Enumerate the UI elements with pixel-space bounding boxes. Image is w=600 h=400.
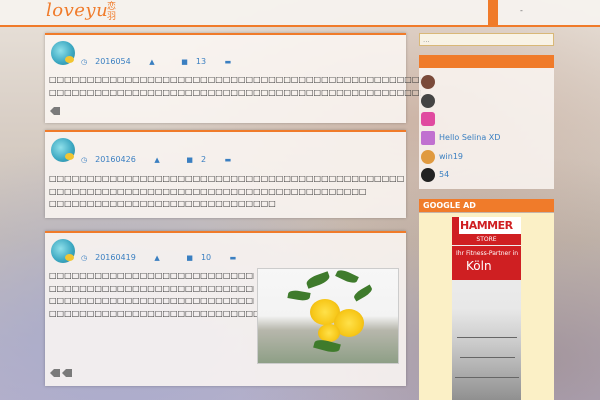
- user-icon: ▲: [149, 58, 155, 66]
- post-author[interactable]: ▲: [149, 57, 170, 66]
- clock-icon: ◷: [81, 254, 88, 262]
- leaf: [287, 289, 311, 302]
- post-meta: ◷ 20160426 ▲ ■ 2 ▬: [81, 155, 255, 164]
- folder-icon: ▬: [229, 254, 237, 262]
- nav-accent-bar: [488, 0, 498, 25]
- user-avatar[interactable]: [421, 131, 435, 145]
- post-card-1: ◷ 2016054 ▲ ■ 13 ▬ □□□□□□□□□□□□□□□□□□□□□□□…: [45, 33, 421, 123]
- author-avatar[interactable]: [51, 138, 75, 162]
- post-card-2: ◷ 20160426 ▲ ■ 2 ▬ □□□□□□□□□□□□□□□□□□□□□□□…: [45, 130, 406, 218]
- read-more-icon[interactable]: [50, 369, 60, 377]
- folder-icon: ▬: [224, 58, 232, 66]
- user-name[interactable]: win19: [439, 152, 463, 161]
- post-category[interactable]: ▬: [225, 155, 248, 164]
- gym-decoration: [455, 377, 519, 378]
- leaf: [335, 269, 359, 286]
- user-name[interactable]: 54: [439, 170, 449, 179]
- ad-store: STORE: [452, 234, 521, 245]
- post-comments[interactable]: ■ 13: [181, 57, 214, 66]
- author-avatar[interactable]: [51, 41, 75, 65]
- nav-menu-toggle[interactable]: -: [520, 6, 523, 15]
- hammer-store-ad[interactable]: HAMMER STORE Ihr Fitness-Partner in Köln: [452, 217, 521, 400]
- post-category[interactable]: ▬: [225, 57, 248, 66]
- widget-header-users: [419, 55, 554, 68]
- gym-decoration: [457, 337, 517, 338]
- post-category[interactable]: ▬: [230, 253, 253, 262]
- folder-icon: ▬: [224, 156, 232, 164]
- read-more-icon[interactable]: [50, 107, 60, 115]
- excerpt-line: □□□□□□□□□□□□□□□□□□□□□□□□□□□□□□□□□□□□□□□□…: [49, 87, 421, 97]
- leaf: [313, 337, 341, 355]
- post-excerpt: □□□□□□□□□□□□□□□□□□□□□□□□□□□□□□□□□□□□□□□□…: [49, 173, 404, 211]
- ad-brand: HAMMER: [460, 219, 513, 232]
- post-excerpt: □□□□□□□□□□□□□□□□□□□□□□□□□□□□□□□□□□□□□□□□…: [49, 74, 421, 99]
- comment-icon: ■: [181, 58, 188, 66]
- post-date: ◷ 20160426: [81, 155, 136, 164]
- leaf: [305, 271, 331, 289]
- user-icon: ▲: [154, 156, 160, 164]
- post-card-3: ◷ 20160419 ▲ ■ 10 ▬ □□□□□□□□□□□□□□□□□□□□□□…: [45, 231, 406, 386]
- excerpt-line: □□□□□□□□□□□□□□□□□□□□□□□□□□□□□□□□□□□□□□: [49, 296, 254, 305]
- author-avatar[interactable]: [51, 239, 75, 263]
- post-date: ◷ 2016054: [81, 57, 131, 66]
- comment-icon: ■: [186, 156, 193, 164]
- excerpt-line: □□□□□□□□□□□□□□□□□□□□□□□□□□□□□: [49, 271, 254, 280]
- post-comments[interactable]: ■ 2: [186, 155, 214, 164]
- widget-header-google-ad: GOOGLE AD: [419, 199, 554, 212]
- post-meta: ◷ 2016054 ▲ ■ 13 ▬: [81, 57, 255, 66]
- excerpt-line: □□□□□□□□□□□□□□□□□□□□□□□□□□□□□□□□□□□□□□□□…: [49, 283, 254, 293]
- post-image-yellow-flowers[interactable]: [257, 268, 399, 364]
- user-name[interactable]: Hello Selina XD: [439, 133, 500, 142]
- user-avatar[interactable]: [421, 168, 435, 182]
- post-meta: ◷ 20160419 ▲ ■ 10 ▬: [81, 253, 260, 262]
- search-input[interactable]: ...: [419, 33, 554, 46]
- gym-decoration: [460, 357, 515, 358]
- read-more-icon[interactable]: [62, 369, 72, 377]
- clock-icon: ◷: [81, 58, 88, 66]
- post-author[interactable]: ▲: [154, 253, 175, 262]
- user-avatar[interactable]: [421, 75, 435, 89]
- leaf: [352, 284, 374, 302]
- excerpt-line: □□□□□□□□□□□□□□□□□□□□□□□□□□□□□□□□□□□□□□□□…: [49, 174, 404, 183]
- excerpt-line: □□□□□□□□□□□□□□□□□□□□□□□□□□□□□□□□□□□□□□□□…: [49, 75, 421, 84]
- ad-container: HAMMER STORE Ihr Fitness-Partner in Köln: [419, 213, 554, 400]
- site-logo[interactable]: loveyu: [46, 0, 108, 21]
- excerpt-line: □□□□□□□□□□□□□□□□□□□□□□□□□□□□□□□□□□□□□□□□…: [49, 186, 367, 196]
- clock-icon: ◷: [81, 156, 88, 164]
- post-date: ◷ 20160419: [81, 253, 136, 262]
- comment-icon: ■: [186, 254, 193, 262]
- top-bar: loveyu 恋羽 -: [0, 0, 600, 27]
- recent-users-list: Hello Selina XD win19 54: [419, 68, 554, 189]
- post-comments[interactable]: ■ 10: [186, 253, 219, 262]
- user-avatar[interactable]: [421, 112, 435, 126]
- post-author[interactable]: ▲: [154, 155, 175, 164]
- ad-tagline: Ihr Fitness-Partner in: [456, 250, 519, 257]
- ad-city: Köln: [466, 259, 492, 273]
- site-logo-cn[interactable]: 恋羽: [107, 2, 117, 22]
- user-avatar[interactable]: [421, 94, 435, 108]
- user-avatar[interactable]: [421, 150, 435, 164]
- excerpt-line: □□□□□□□□□□□□□□□□□□□□□□□□□□□□□□: [49, 199, 276, 208]
- user-icon: ▲: [154, 254, 160, 262]
